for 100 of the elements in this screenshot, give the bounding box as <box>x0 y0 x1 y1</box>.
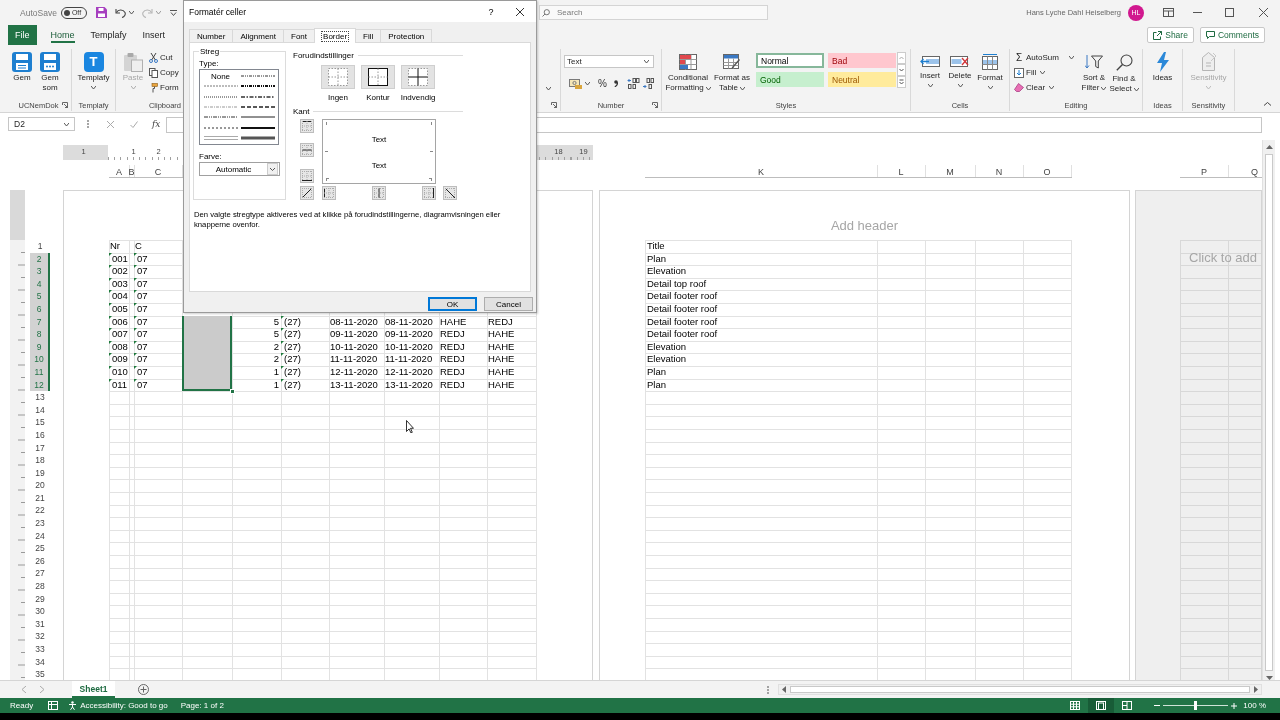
diagonal-up-border-button[interactable] <box>300 186 314 200</box>
comments-button[interactable]: Comments <box>1199 27 1265 43</box>
row-header[interactable]: 15 <box>30 416 50 429</box>
row-header[interactable]: 23 <box>30 517 50 530</box>
row-header[interactable]: 28 <box>30 580 50 593</box>
ok-button[interactable]: OK <box>428 297 477 311</box>
error-indicator-icon[interactable] <box>109 353 112 357</box>
row-header[interactable]: 14 <box>30 403 50 417</box>
number-format-dropdown[interactable]: Text <box>564 55 654 68</box>
row-header[interactable]: 1 <box>30 240 50 253</box>
close-icon[interactable] <box>516 7 524 16</box>
cut-button[interactable]: Cut <box>149 50 179 65</box>
customize-icon[interactable] <box>169 9 177 16</box>
format-painter-button[interactable]: Form <box>149 80 179 95</box>
dialog-tab[interactable]: Font <box>284 29 316 42</box>
scroll-right-icon[interactable] <box>1254 686 1258 693</box>
name-box[interactable]: D2 <box>8 117 75 131</box>
sheet-icon[interactable] <box>48 701 59 710</box>
column-header[interactable]: K <box>758 166 764 177</box>
dialog-launcher-icon[interactable] <box>62 102 68 108</box>
left-border-button[interactable] <box>322 186 336 200</box>
column-header[interactable]: L <box>898 166 904 177</box>
error-indicator-icon[interactable] <box>109 302 112 306</box>
error-indicator-icon[interactable] <box>281 315 284 319</box>
column-header[interactable]: O <box>1043 166 1051 177</box>
page-layout-view-button[interactable] <box>1088 698 1115 713</box>
error-indicator-icon[interactable] <box>109 378 112 382</box>
share-button[interactable]: Share <box>1147 27 1194 43</box>
top-border-button[interactable] <box>300 119 314 133</box>
no-border-button[interactable] <box>321 65 355 89</box>
line-style-option[interactable]: None <box>210 71 231 81</box>
cell-style-item[interactable]: Neutral <box>828 72 896 87</box>
row-header[interactable]: 29 <box>30 592 50 606</box>
column-header[interactable]: N <box>995 166 1003 177</box>
vertical-middle-border-button[interactable] <box>372 186 386 200</box>
row-header[interactable]: 21 <box>30 491 50 505</box>
accounting-format-icon[interactable] <box>569 78 582 89</box>
dialog-tab[interactable]: Fill <box>356 29 382 42</box>
row-header[interactable]: 20 <box>30 479 50 492</box>
scrollbar-thumb[interactable] <box>790 686 1250 693</box>
check-icon[interactable] <box>130 121 138 128</box>
column-header[interactable]: Q <box>1251 166 1258 177</box>
error-indicator-icon[interactable] <box>134 328 137 332</box>
autosum-button[interactable]: Σ AutoSum <box>1014 50 1080 65</box>
row-header[interactable]: 22 <box>30 504 50 518</box>
row-header[interactable]: 13 <box>30 391 50 404</box>
error-indicator-icon[interactable] <box>109 365 112 369</box>
ribbon-tab[interactable]: Insert <box>134 25 174 45</box>
error-indicator-icon[interactable] <box>281 328 284 332</box>
collapse-ribbon-icon[interactable] <box>1264 102 1271 106</box>
zoom-in-icon[interactable] <box>1231 702 1238 709</box>
caret-icon[interactable] <box>546 87 551 90</box>
find-select-button[interactable]: Find & Select <box>1108 49 1140 99</box>
border-preview[interactable]: Text Text <box>322 119 436 184</box>
copy-button[interactable]: Copy <box>149 65 179 80</box>
cell-style-item[interactable]: Bad <box>828 53 896 68</box>
close-icon[interactable] <box>1258 8 1268 17</box>
format-cells-button[interactable]: Format <box>975 49 1005 99</box>
accessibility-button[interactable]: Accessibility: Good to go <box>68 701 168 710</box>
error-indicator-icon[interactable] <box>134 340 137 344</box>
row-header[interactable]: 34 <box>30 655 50 669</box>
line-style-list[interactable]: None <box>199 69 279 145</box>
column-header[interactable]: C <box>154 166 162 177</box>
fill-handle[interactable] <box>230 389 235 395</box>
clear-button[interactable]: Clear <box>1014 80 1080 95</box>
scroll-left-icon[interactable] <box>782 686 786 693</box>
ideas-button[interactable]: Ideas <box>1145 49 1180 99</box>
error-indicator-icon[interactable] <box>109 340 112 344</box>
error-indicator-icon[interactable] <box>109 277 112 281</box>
line-style-icon[interactable] <box>240 84 275 89</box>
ribbon-display-icon[interactable] <box>1162 8 1174 17</box>
row-header[interactable]: 31 <box>30 617 50 631</box>
error-indicator-icon[interactable] <box>109 265 112 269</box>
dialog-tab[interactable]: Number <box>189 29 234 42</box>
error-indicator-icon[interactable] <box>134 315 137 319</box>
dialog-tab[interactable]: Alignment <box>233 29 285 42</box>
row-header[interactable]: 24 <box>30 529 50 543</box>
error-indicator-icon[interactable] <box>281 353 284 357</box>
decrease-decimal-icon[interactable] <box>642 78 656 89</box>
sort-filter-button[interactable]: Sort & Filter <box>1080 49 1108 99</box>
color-dropdown[interactable]: Automatic <box>199 162 280 176</box>
row-header[interactable]: 27 <box>30 567 50 581</box>
line-style-icon[interactable] <box>240 105 275 109</box>
minimize-icon[interactable] <box>1192 12 1202 13</box>
error-indicator-icon[interactable] <box>134 302 137 306</box>
row-header[interactable]: 19 <box>30 466 50 480</box>
error-indicator-icon[interactable] <box>109 328 112 332</box>
row-header[interactable]: 30 <box>30 605 50 618</box>
row-header[interactable]: 26 <box>30 554 50 568</box>
line-style-icon[interactable] <box>240 135 275 140</box>
error-indicator-icon[interactable] <box>109 252 112 256</box>
middle-border-button[interactable] <box>300 143 314 157</box>
increase-decimal-icon[interactable] <box>626 78 640 89</box>
percent-style-button[interactable]: % <box>598 78 607 89</box>
error-indicator-icon[interactable] <box>281 378 284 382</box>
error-indicator-icon[interactable] <box>134 365 137 369</box>
delete-cells-button[interactable]: Delete <box>945 49 975 99</box>
horizontal-scrollbar[interactable] <box>778 684 1262 695</box>
cell-style-item[interactable]: Normal <box>756 53 824 68</box>
undo-icon[interactable] <box>114 7 126 18</box>
